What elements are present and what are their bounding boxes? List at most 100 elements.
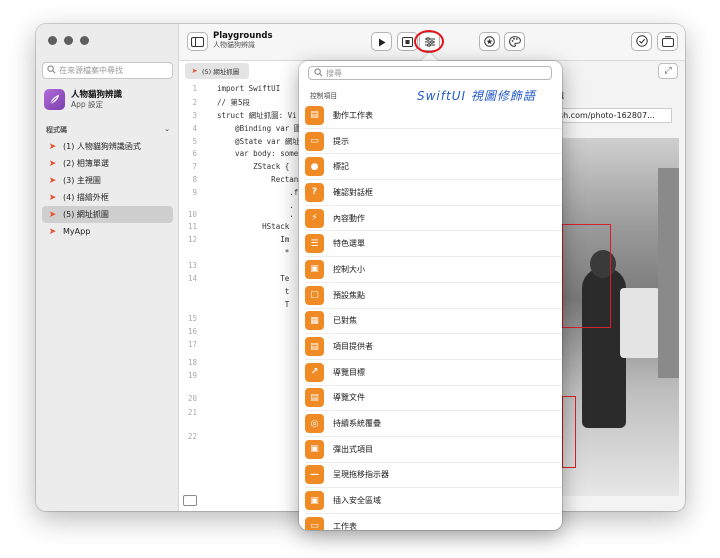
sidebar-item-myapp[interactable]: ➤ MyApp: [42, 223, 173, 240]
line-number: 3: [192, 111, 197, 120]
code-line: t: [179, 287, 290, 296]
line-number: 18: [187, 358, 197, 367]
line-number: 9: [192, 188, 197, 197]
run-button[interactable]: [371, 32, 392, 51]
drag-indicator-icon: —: [305, 465, 324, 485]
alert-icon: ▭: [305, 131, 324, 151]
toolbar-subtitle: 人物貓狗辨識: [213, 41, 255, 49]
line-number: 22: [187, 432, 197, 441]
sidebar-item-file-5[interactable]: ➤ (5) 網址抓圖: [42, 206, 173, 223]
code-line: 22: [179, 432, 217, 441]
console-toggle-icon[interactable]: [183, 495, 197, 506]
app-settings-row[interactable]: 人物貓狗辨識 App 設定: [44, 89, 122, 110]
modifier-item[interactable]: ◎ 持續系統覆疊: [305, 411, 562, 437]
sidebar-item-label: (1) 人物貓狗辨識函式: [63, 142, 141, 151]
sidebar: 在來源檔案中尋找 人物貓狗辨識 App 設定 程式碼 ⌄ ➤ (1) 人物貓狗辨識…: [36, 24, 179, 511]
share-window-icon: [661, 32, 674, 51]
modifier-label: 控制大小: [333, 264, 365, 274]
swift-icon: ➤: [48, 158, 57, 169]
modifier-item[interactable]: ▤ 動作工作表: [305, 103, 562, 129]
code-line: 8 Rectan: [179, 175, 298, 184]
checkmark-button[interactable]: [631, 32, 652, 51]
minimize-window-button[interactable]: [64, 36, 73, 45]
item-provider-icon: ▤: [305, 337, 324, 357]
popover-search-placeholder: 搜尋: [326, 68, 342, 78]
modifier-item[interactable]: ▤ 導覽文件: [305, 386, 562, 412]
sidebar-item-file-3[interactable]: ➤ (3) 主視圖: [42, 172, 173, 189]
expand-preview-button[interactable]: ⤢: [658, 63, 678, 79]
modifier-item[interactable]: ? 確認對話框: [305, 180, 562, 206]
toolbar-title: Playgrounds: [213, 31, 273, 41]
modifier-item[interactable]: ▣ 控制大小: [305, 257, 562, 283]
file-tab[interactable]: ➤ (5) 網址抓圖: [185, 63, 249, 79]
code-line: 13: [179, 261, 217, 270]
building-wall: [658, 168, 679, 378]
line-number: 16: [187, 327, 197, 336]
modifier-item[interactable]: ☰ 特色選單: [305, 231, 562, 258]
modifier-label: 呈現拖移指示器: [333, 470, 389, 480]
share-button[interactable]: [657, 32, 678, 51]
modifier-item[interactable]: ▤ 項目提供者: [305, 334, 562, 360]
modifier-label: 特色選單: [333, 239, 365, 249]
detection-box-person: [562, 224, 611, 328]
colors-button[interactable]: [504, 32, 525, 51]
modifier-item[interactable]: ▢ 預設焦點: [305, 283, 562, 309]
default-focus-icon: ▢: [305, 285, 324, 305]
popover-icon: ▣: [305, 439, 324, 459]
close-window-button[interactable]: [48, 36, 57, 45]
popover-search-field[interactable]: 搜尋: [308, 66, 552, 80]
checkmark-circle-icon: [635, 32, 648, 51]
modifier-item[interactable]: ▭ 提示: [305, 129, 562, 155]
handwritten-annotation: SwiftUI 視圖修飾語: [417, 89, 536, 103]
code-text: T: [217, 300, 290, 309]
modifier-item[interactable]: ● 標記: [305, 154, 562, 181]
sidebar-item-file-1[interactable]: ➤ (1) 人物貓狗辨識函式: [42, 138, 173, 155]
modifier-item[interactable]: ▣ 插入安全區域: [305, 488, 562, 514]
line-number: 14: [187, 274, 197, 283]
modifier-item[interactable]: — 呈現拖移指示器: [305, 463, 562, 489]
sidebar-item-label: MyApp: [63, 227, 91, 236]
star-icon: [484, 32, 495, 51]
app-name: 人物貓狗辨識: [71, 89, 123, 100]
modifier-item[interactable]: ▭ 工作表: [305, 514, 562, 530]
modifier-label: 導覽文件: [333, 393, 365, 403]
line-number: 19: [187, 371, 197, 380]
sidebar-item-file-2[interactable]: ➤ (2) 相簿單選: [42, 155, 173, 172]
code-line: 7 ZStack {: [179, 162, 289, 171]
modifier-item[interactable]: ↗ 導覽目標: [305, 360, 562, 386]
file-tab-label: (5) 網址抓圖: [202, 68, 240, 76]
modifier-label: 已對焦: [333, 316, 357, 326]
action-sheet-icon: ▤: [305, 105, 324, 125]
toggle-sidebar-button[interactable]: [187, 32, 208, 51]
code-text: HStack: [217, 222, 290, 231]
app-icon: [44, 89, 65, 110]
focused-icon: ▦: [305, 311, 324, 331]
favorites-button[interactable]: [479, 32, 500, 51]
code-text: ZStack {: [217, 162, 290, 171]
modifier-item[interactable]: ⚡ 內容動作: [305, 206, 562, 232]
modifier-item[interactable]: ▦ 已對焦: [305, 309, 562, 335]
zoom-window-button[interactable]: [80, 36, 89, 45]
persistent-overlay-icon: ◎: [305, 414, 324, 434]
navigation-document-icon: ▤: [305, 388, 324, 408]
code-section-header[interactable]: 程式碼 ⌄: [46, 125, 170, 135]
navigation-destination-icon: ↗: [305, 362, 324, 382]
modifier-label: 工作表: [333, 521, 357, 530]
url-field[interactable]: ash.com/photo-162807...: [545, 108, 672, 123]
modifiers-popover: 搜尋 控制項目 SwiftUI 視圖修飾語 ▤ 動作工作表 ▭ 提示 ● 標記? 確認對話框…: [299, 61, 562, 530]
modifier-item[interactable]: ▣ 彈出式項目: [305, 437, 562, 463]
source-search-field[interactable]: 在來源檔案中尋找: [42, 62, 173, 79]
modifier-label: 持續系統覆疊: [333, 419, 381, 429]
modifier-label: 導覽目標: [333, 367, 365, 377]
modifier-label: 確認對話框: [333, 187, 373, 197]
code-text: Rectan: [217, 175, 299, 184]
popover-section-header: 控制項目: [310, 92, 338, 100]
line-number: 12: [187, 235, 197, 244]
sidebar-icon: [191, 32, 204, 51]
sidebar-item-file-4[interactable]: ➤ (4) 描繪外框: [42, 189, 173, 206]
sheet-icon: ▭: [305, 516, 324, 530]
code-text: @Binding var 圖: [217, 124, 302, 133]
safe-area-icon: ▣: [305, 491, 324, 511]
code-text: struct 網址抓圖: Vi: [217, 111, 297, 120]
line-number: 20: [187, 394, 197, 403]
